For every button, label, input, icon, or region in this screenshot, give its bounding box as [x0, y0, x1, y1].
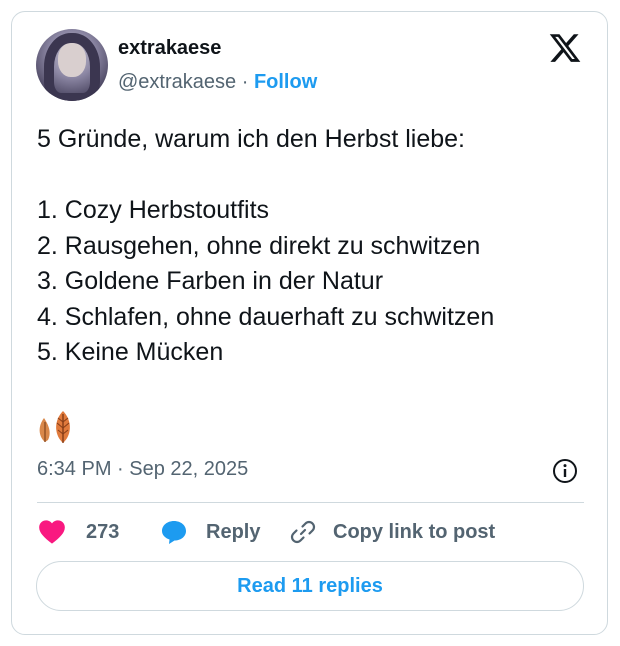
avatar[interactable] [36, 29, 108, 101]
read-replies-label: Read 11 replies [237, 574, 383, 597]
tweet-line: 5 Gründe, warum ich den Herbst liebe: [37, 125, 465, 153]
x-logo-icon[interactable] [548, 31, 582, 65]
follow-link[interactable]: Follow [254, 71, 317, 93]
leaves-emoji-icon [39, 411, 70, 443]
like-count: 273 [86, 520, 120, 543]
tweet-line: 3. Goldene Farben in der Natur [37, 267, 384, 295]
tweet-line: 1. Cozy Herbstoutfits [37, 196, 270, 224]
read-replies-button[interactable]: Read 11 replies [36, 561, 584, 611]
avatar-hood [44, 33, 100, 101]
link-icon [290, 520, 316, 544]
speech-bubble-icon [162, 521, 186, 544]
reply-button[interactable]: Reply [160, 517, 260, 547]
copy-link-button[interactable]: Copy link to post [289, 517, 495, 547]
heart-icon [39, 520, 65, 544]
handle-row: @extrakaese · Follow [118, 71, 317, 94]
reply-label: Reply [206, 520, 261, 543]
tweet-line: 5. Keine Mücken [37, 338, 224, 366]
tweet-timestamp[interactable]: 6:34 PM · Sep 22, 2025 [37, 458, 248, 481]
handle-separator: · [241, 71, 249, 93]
like-button[interactable]: 273 [38, 517, 119, 547]
copy-link-label: Copy link to post [333, 520, 496, 543]
tweet-line: 2. Rausgehen, ohne direkt zu schwitzen [37, 231, 481, 260]
tweet-line [37, 158, 597, 194]
user-handle[interactable]: @extrakaese [118, 71, 236, 93]
display-name[interactable]: extrakaese [118, 37, 221, 60]
tweet-line: 4. Schlafen, ohne dauerhaft zu schwitzen [37, 302, 495, 331]
divider [37, 502, 584, 503]
tweet-text: 5 Gründe, warum ich den Herbst liebe: 1.… [37, 122, 597, 371]
info-icon[interactable] [552, 458, 578, 484]
